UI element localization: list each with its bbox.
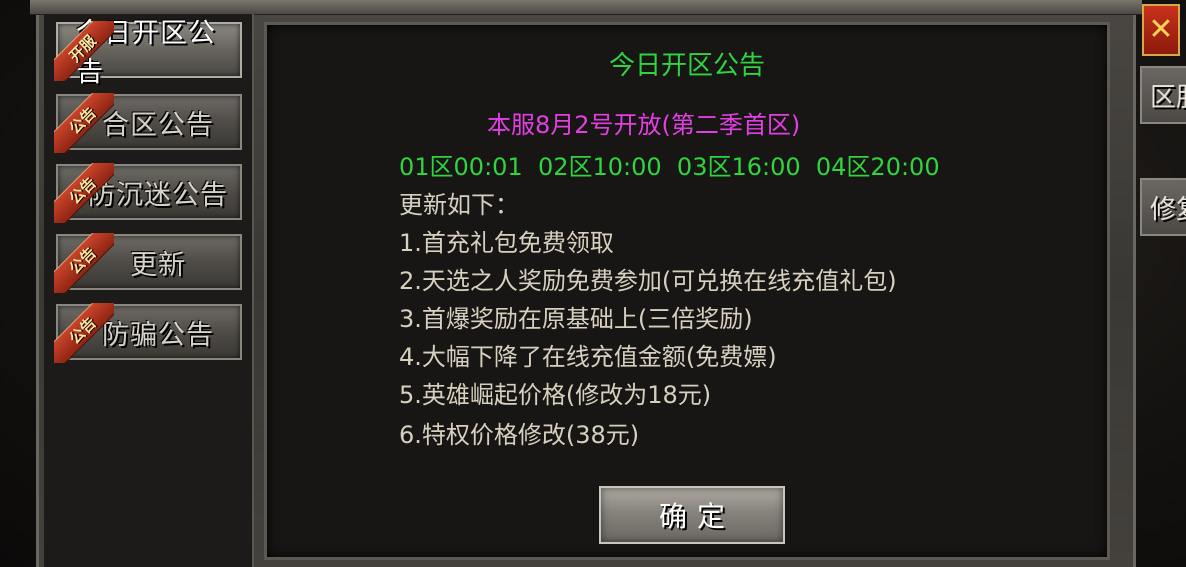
confirm-button-label: 确定 [658,500,735,533]
body-line: 更新如下： [399,191,519,219]
announcement-headline: 本服8月2号开放(第二季首区) [487,111,801,139]
tab-anti-addiction[interactable]: 公告 防沉迷公告 [54,163,242,223]
tab-merge-server[interactable]: 公告 合区公告 [54,93,242,153]
body-line: 1.首充礼包免费领取 [399,229,614,257]
server-list-button[interactable]: 区服 [1140,66,1186,124]
close-icon: ✕ [1148,12,1174,47]
announcement-sidebar: 开服 今日开区公告 公告 合区公告 公告 防沉迷公告 公告 更新 公告 防骗公告 [44,14,254,567]
body-line: 3.首爆奖励在原基础上(三倍奖励) [399,305,753,333]
side-button-label: 修复 [1150,194,1186,225]
badge-text: 公告 [65,173,100,208]
server-schedule: 01区00:01 02区10:00 03区16:00 04区20:00 [399,153,940,181]
tab-anti-fraud[interactable]: 公告 防骗公告 [54,303,242,363]
confirm-button[interactable]: 确定 [599,486,785,544]
body-line: 4.大幅下降了在线充值金额(免费嫖) [399,343,777,371]
body-line: 5.英雄崛起价格(修改为18元) [399,381,712,409]
badge-text: 开服 [65,31,100,66]
game-screen: 开服 今日开区公告 公告 合区公告 公告 防沉迷公告 公告 更新 公告 防骗公告… [0,0,1186,567]
badge-text: 公告 [65,313,100,348]
badge-text: 公告 [65,243,100,278]
announcement-panel: 今日开区公告 本服8月2号开放(第二季首区) 01区00:01 02区10:00… [264,22,1110,560]
body-line: 2.天选之人奖励免费参加(可兑换在线充值礼包) [399,267,897,295]
tab-label: 更新 [130,249,186,281]
badge-ribbon: 公告 [54,303,114,363]
badge-ribbon: 公告 [54,93,114,153]
repair-button[interactable]: 修复 [1140,178,1186,236]
tab-today-server-open[interactable]: 开服 今日开区公告 [54,18,242,88]
badge-text: 公告 [65,103,100,138]
badge-ribbon: 开服 [54,21,114,81]
badge-ribbon: 公告 [54,233,114,293]
panel-title: 今日开区公告 [608,51,765,81]
badge-ribbon: 公告 [54,163,114,223]
close-button[interactable]: ✕ [1142,4,1180,56]
side-button-label: 区服 [1150,82,1186,113]
body-line: 6.特权价格修改(38元) [399,421,640,449]
tab-update[interactable]: 公告 更新 [54,233,242,293]
